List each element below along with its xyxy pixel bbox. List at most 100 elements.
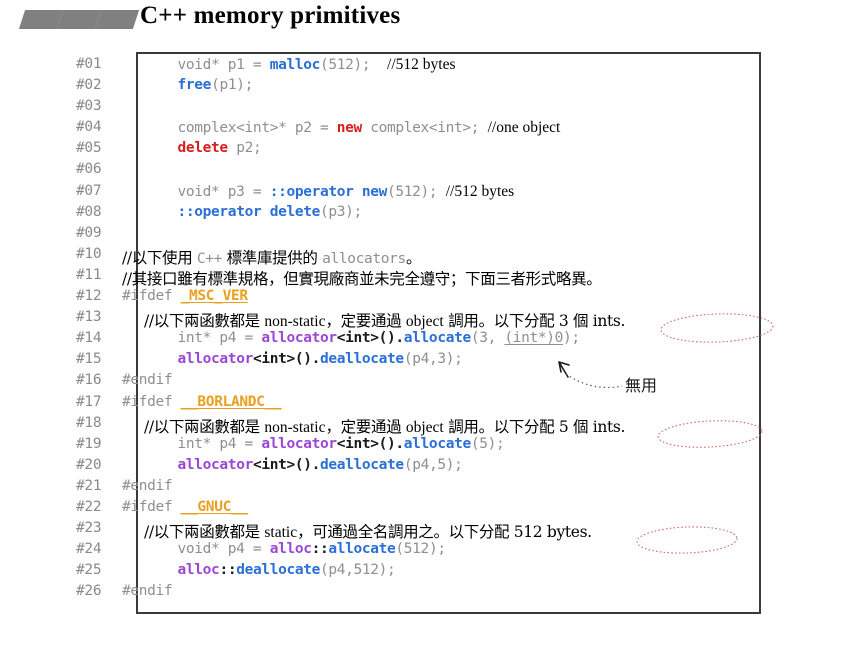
code-line: #21 #endif	[76, 478, 836, 499]
comment-cjk: 標準庫提供的	[222, 248, 323, 267]
code-content: //以下使用 C++ 標準庫提供的 allocators。	[122, 246, 421, 268]
code-line: #08 ::operator delete(p3);	[76, 204, 836, 225]
code-line: #26 #endif	[76, 583, 836, 604]
token-alloc: alloc	[177, 562, 220, 579]
comment-latin: static	[264, 524, 298, 542]
token-allocate: allocate	[328, 541, 396, 558]
code-line: #06	[76, 161, 836, 182]
line-number: #15	[76, 351, 102, 368]
code-line: #01 void* p1 = malloc(512); //512 bytes	[76, 56, 836, 77]
line-number: #14	[76, 330, 102, 347]
code-content: delete p2;	[177, 140, 262, 157]
token-msc-ver: _MSC_VER	[180, 288, 248, 305]
line-number: #26	[76, 583, 102, 600]
inline-comment: //512 bytes	[387, 56, 456, 73]
token-operator-new: ::operator new	[269, 183, 388, 200]
page-title: C++ memory primitives	[140, 2, 401, 29]
code-content: int* p4 = allocator<int>().allocate(3, (…	[144, 330, 581, 347]
code-content: #ifdef __GNUC__	[122, 499, 248, 515]
token-ifdef: #ifdef	[122, 498, 173, 515]
line-number: #06	[76, 161, 102, 178]
slide-title-bar: C++ memory primitives	[0, 0, 841, 46]
line-number: #24	[76, 541, 102, 558]
comment-latin: non-static	[264, 418, 326, 436]
code-content: #endif	[122, 477, 173, 494]
comment-latin: object	[405, 313, 444, 331]
code-listing: #01 void* p1 = malloc(512); //512 bytes …	[76, 56, 836, 612]
bullet-marks-decoration	[18, 8, 140, 32]
token-malloc: malloc	[269, 57, 321, 73]
code-line: #02 free(p1);	[76, 77, 836, 98]
token-allocate: allocate	[403, 330, 471, 347]
comment-cjk: 調用。以下分配 3 個 ints.	[443, 312, 626, 331]
annotated-arg: (int*)0	[504, 330, 564, 347]
code-line: #20 allocator<int>().deallocate(p4,5);	[76, 457, 836, 478]
token-operator-delete: ::operator delete	[177, 203, 321, 220]
code-line: #05 delete p2;	[76, 140, 836, 161]
comment-latin: non-static	[264, 313, 326, 331]
code-line: #17 #ifdef __BORLANDC__	[76, 394, 836, 415]
line-number: #16	[76, 372, 102, 389]
code-line: #23 //以下兩函數都是 static，可通過全名調用之。以下分配 512 b…	[76, 520, 836, 541]
comment-cjk: //以下兩函數都是	[144, 312, 265, 331]
comment-mono: C++	[196, 250, 223, 267]
token-allocator: allocator	[261, 435, 337, 452]
code-content: void* p4 = alloc::allocate(512);	[144, 541, 447, 558]
token-alloc: alloc	[269, 541, 312, 558]
code-content: allocator<int>().deallocate(p4,3);	[177, 351, 463, 368]
token-ifdef: #ifdef	[122, 393, 173, 410]
line-number: #05	[76, 140, 102, 157]
code-line: #10 //以下使用 C++ 標準庫提供的 allocators。	[76, 246, 836, 267]
code-content: complex<int>* p2 = new complex<int>; //o…	[144, 119, 561, 137]
token-new: new	[336, 120, 362, 137]
comment-mono: allocators	[322, 250, 406, 267]
code-content: //以下兩函數都是 static，可通過全名調用之。以下分配 512 bytes…	[144, 520, 592, 542]
code-line: #13 //以下兩函數都是 non-static，定要通過 object 調用。…	[76, 309, 836, 330]
code-content: alloc::deallocate(p4,512);	[177, 562, 396, 579]
line-number: #19	[76, 435, 102, 452]
line-number: #18	[76, 414, 102, 431]
line-number: #11	[76, 266, 102, 283]
code-line: #03	[76, 98, 836, 119]
line-number: #21	[76, 477, 102, 494]
code-line: #15 allocator<int>().deallocate(p4,3);	[76, 351, 836, 372]
comment-cjk: 。	[405, 248, 422, 267]
code-content: void* p3 = ::operator new(512); //512 by…	[144, 182, 515, 200]
code-line: #14 int* p4 = allocator<int>().allocate(…	[76, 330, 836, 351]
line-number: #09	[76, 224, 102, 241]
bullet-mark-3	[94, 10, 140, 29]
comment-cjk: //以下使用	[122, 248, 197, 267]
code-content: #ifdef __BORLANDC__	[122, 393, 282, 410]
token-deallocate: deallocate	[320, 351, 404, 368]
code-content: allocator<int>().deallocate(p4,5);	[177, 456, 463, 473]
token-allocator: allocator	[261, 330, 337, 347]
code-content: void* p1 = malloc(512); //512 bytes	[144, 56, 456, 73]
token-delete: delete	[177, 140, 229, 157]
bullet-mark-2	[56, 10, 102, 29]
token-free: free	[177, 77, 212, 94]
line-number: #25	[76, 562, 102, 579]
code-content: free(p1);	[177, 77, 254, 94]
token-deallocate: deallocate	[320, 456, 404, 473]
token-gnuc: __GNUC__	[180, 498, 248, 515]
code-line: #16 #endif	[76, 372, 836, 393]
line-number: #23	[76, 520, 102, 537]
code-line: #07 void* p3 = ::operator new(512); //51…	[76, 183, 836, 204]
code-line: #09	[76, 225, 836, 246]
token-allocator: allocator	[177, 456, 254, 473]
code-line: #25 alloc::deallocate(p4,512);	[76, 562, 836, 583]
code-content: #endif	[122, 372, 173, 389]
line-number: #17	[76, 393, 102, 410]
comment-cjk: //以下兩函數都是	[144, 523, 265, 542]
line-number: #13	[76, 309, 102, 326]
comment-cjk: ，可通過全名調用之。以下分配 512 bytes.	[297, 523, 592, 542]
code-content: //以下兩函數都是 non-static，定要通過 object 調用。以下分配…	[144, 309, 625, 331]
code-line: #19 int* p4 = allocator<int>().allocate(…	[76, 436, 836, 457]
line-number: #12	[76, 288, 102, 305]
inline-comment: //one object	[487, 119, 561, 137]
code-content: int* p4 = allocator<int>().allocate(5);	[144, 435, 505, 452]
line-number: #07	[76, 182, 102, 199]
comment-cjk: //以下兩函數都是	[144, 417, 265, 436]
line-number: #22	[76, 498, 102, 515]
comment-latin: object	[405, 418, 444, 436]
